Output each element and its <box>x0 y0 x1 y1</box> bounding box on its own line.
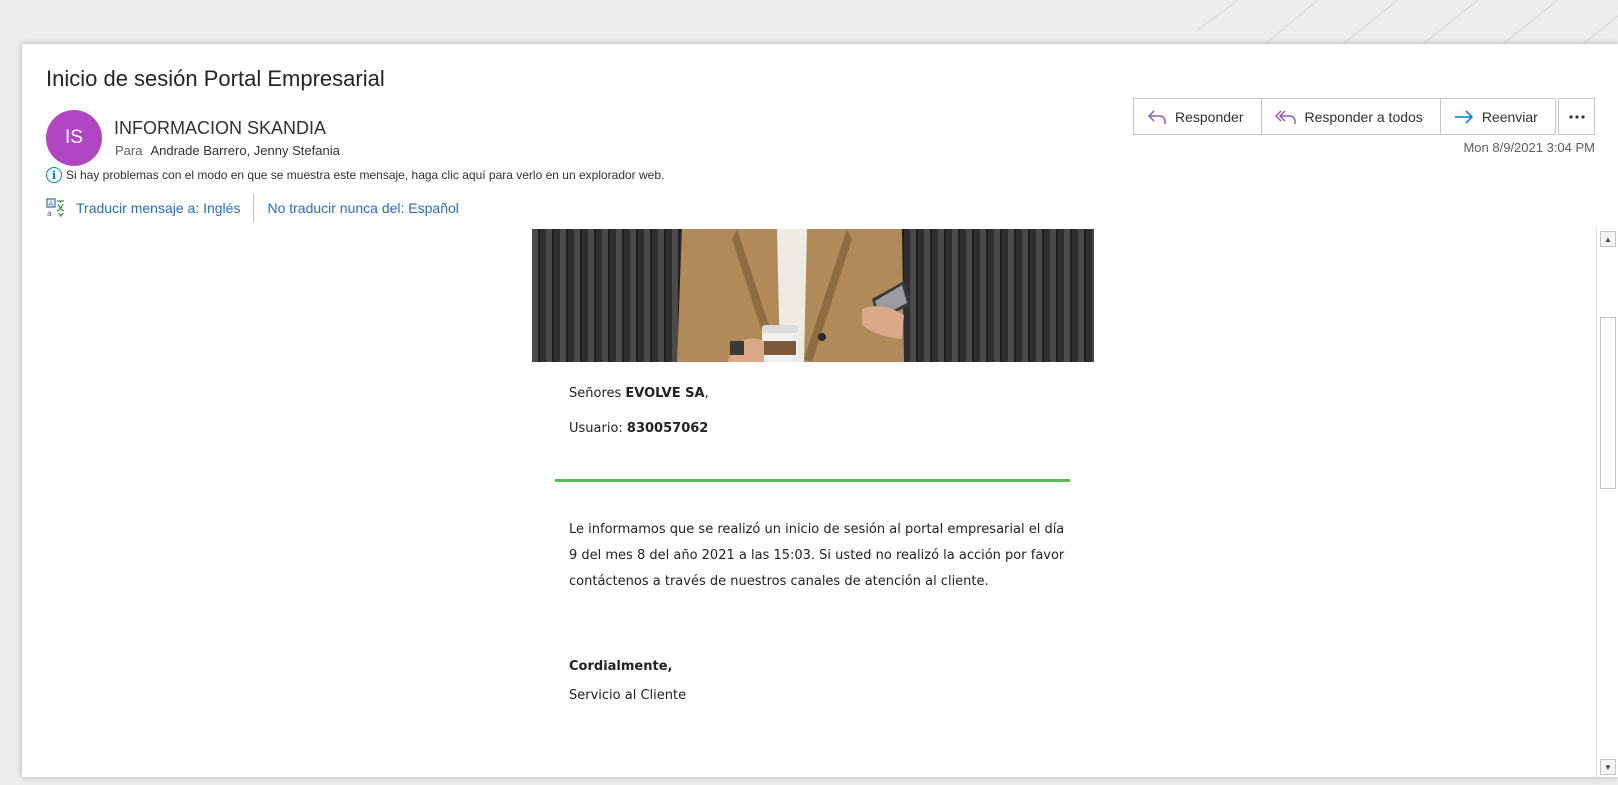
signature-line: Servicio al Cliente <box>569 688 687 703</box>
scroll-up-button[interactable]: ▲ <box>1600 231 1616 247</box>
email-reading-pane: Inicio de sesión Portal Empresarial IS I… <box>22 44 1618 777</box>
banner-image <box>532 229 1094 362</box>
user-line: Usuario: 830057062 <box>569 421 1069 436</box>
closing-text: Cordialmente, <box>569 659 673 674</box>
translate-message-link[interactable]: Traducir mensaje a: Inglés <box>76 200 240 216</box>
caret-up-icon: ▲ <box>1604 234 1612 244</box>
user-id: 830057062 <box>626 421 709 436</box>
greeting-line: Señores EVOLVE SA, <box>569 386 1069 401</box>
reply-all-button[interactable]: Responder a todos <box>1262 99 1441 134</box>
person-with-phone-image <box>532 229 1094 362</box>
display-issue-text[interactable]: Si hay problemas con el modo en que se m… <box>66 168 664 182</box>
svg-text:A: A <box>49 200 54 208</box>
greeting-prefix: Señores <box>569 386 626 401</box>
reply-icon <box>1147 109 1166 124</box>
reply-all-icon <box>1274 109 1296 124</box>
scroll-down-button[interactable]: ▼ <box>1600 759 1616 775</box>
reply-label: Responder <box>1175 108 1244 125</box>
info-icon: i <box>46 167 62 183</box>
recipient-name[interactable]: Andrade Barrero, Jenny Stefania <box>150 143 339 158</box>
scroll-thumb[interactable] <box>1600 317 1616 489</box>
received-date: Mon 8/9/2021 3:04 PM <box>1463 140 1595 155</box>
email-subject: Inicio de sesión Portal Empresarial <box>46 66 385 91</box>
translation-bar: A a Traducir mensaje a: Inglés No traduc… <box>46 194 459 222</box>
never-translate-link[interactable]: No traducir nunca del: Español <box>267 200 458 216</box>
user-label: Usuario: <box>569 421 627 436</box>
svg-text:a: a <box>47 209 52 218</box>
forward-label: Reenviar <box>1481 108 1538 125</box>
reply-actions-group: Responder Responder a todos Reenviar <box>1133 98 1556 135</box>
reply-button[interactable]: Responder <box>1134 99 1262 134</box>
greeting-suffix: , <box>704 386 709 401</box>
body-scrollbar[interactable]: ▲ ▼ <box>1596 229 1618 777</box>
recipients-line: Para Andrade Barrero, Jenny Stefania <box>115 143 340 158</box>
to-label: Para <box>115 143 143 158</box>
closing-line: Cordialmente, <box>569 659 1069 674</box>
more-options-icon <box>1568 114 1585 119</box>
display-issue-notice[interactable]: i Si hay problemas con el modo en que se… <box>46 167 664 183</box>
reply-all-label: Responder a todos <box>1304 108 1423 125</box>
translate-separator <box>253 194 255 222</box>
translate-icon: A a <box>46 198 65 218</box>
more-actions-button[interactable] <box>1558 98 1595 135</box>
company-name: EVOLVE SA <box>625 386 705 401</box>
notification-message: Le informamos que se realizó un inicio d… <box>569 522 1065 589</box>
forward-button[interactable]: Reenviar <box>1441 99 1555 134</box>
caret-down-icon: ▼ <box>1604 762 1612 772</box>
forward-arrow-icon <box>1454 109 1473 124</box>
green-divider <box>555 479 1070 482</box>
sender-name[interactable]: INFORMACION SKANDIA <box>114 118 326 139</box>
sender-avatar[interactable]: IS <box>46 110 102 166</box>
email-body: Señores EVOLVE SA, Usuario: 830057062 Le… <box>22 229 1596 777</box>
